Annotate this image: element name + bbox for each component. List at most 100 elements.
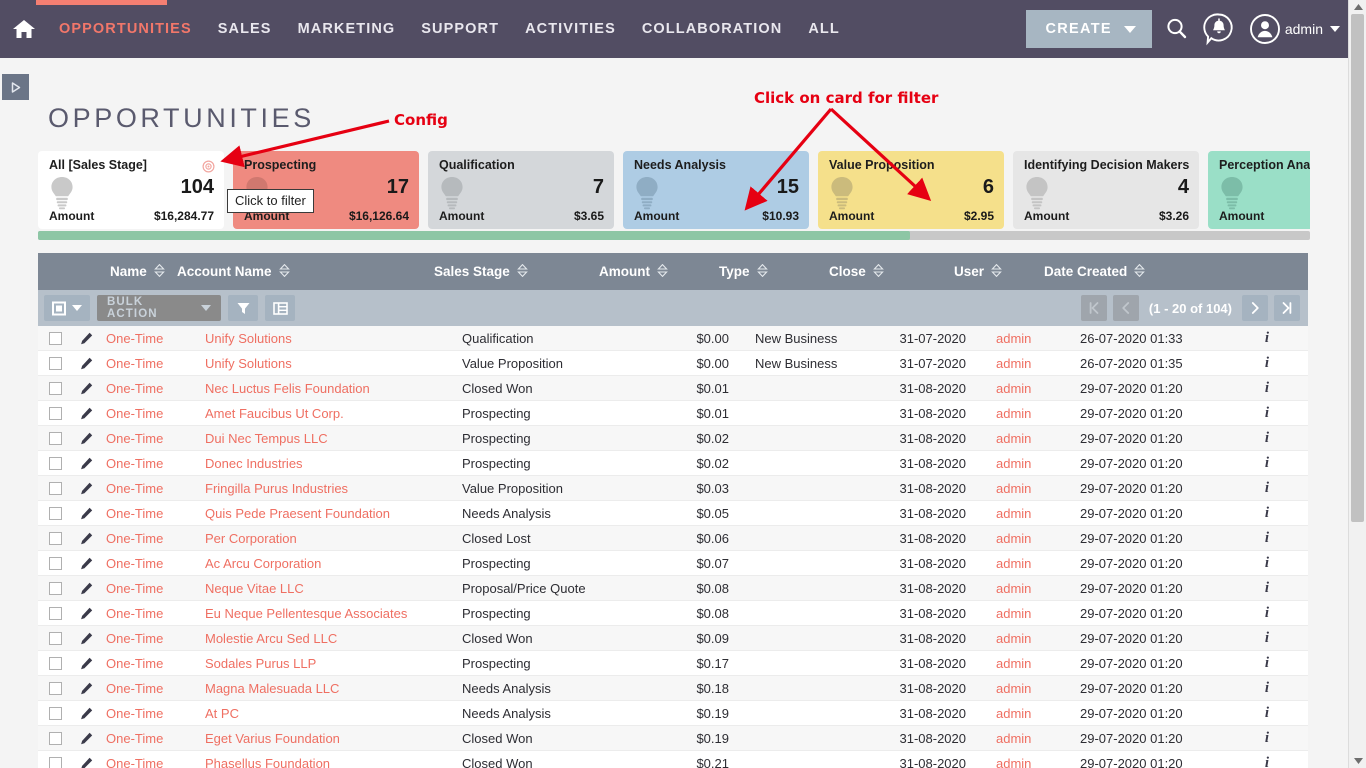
table-row[interactable]: One-Time Sodales Purus LLP Prospecting $0.1…	[38, 651, 1308, 676]
account-name-link[interactable]: Quis Pede Praesent Foundation	[205, 505, 391, 521]
table-row[interactable]: One-Time Nec Luctus Felis Foundation Close…	[38, 376, 1308, 401]
table-row[interactable]: One-Time Eget Varius Foundation Closed Won…	[38, 726, 1308, 751]
info-icon[interactable]: i	[1237, 605, 1297, 622]
user-link[interactable]: admin	[996, 680, 1032, 696]
info-icon[interactable]: i	[1237, 380, 1297, 397]
table-row[interactable]: One-Time Unify Solutions Value Proposition…	[38, 351, 1308, 376]
table-row[interactable]: One-Time Unify Solutions Qualification $0.0…	[38, 326, 1308, 351]
sales-stage-card[interactable]: Identifying Decision Makers 4 Amount $3.26	[1013, 151, 1199, 229]
row-select-checkbox[interactable]	[48, 706, 62, 720]
funnel-filter-icon[interactable]	[228, 295, 258, 321]
pencil-edit-icon[interactable]	[72, 507, 100, 520]
info-icon[interactable]: i	[1237, 730, 1297, 747]
table-row[interactable]: One-Time Amet Faucibus Ut Corp. Prospectin…	[38, 401, 1308, 426]
row-select-checkbox[interactable]	[48, 581, 62, 595]
search-icon[interactable]	[1164, 16, 1190, 42]
sort-toggle-icon[interactable]	[991, 263, 1002, 280]
opportunity-name-link[interactable]: One-Time	[106, 506, 163, 521]
info-icon[interactable]: i	[1237, 755, 1297, 768]
pencil-edit-icon[interactable]	[72, 357, 100, 370]
user-link[interactable]: admin	[996, 655, 1032, 671]
sales-stage-card[interactable]: All [Sales Stage] 104 Amount $16,284.77	[38, 151, 224, 229]
table-row[interactable]: One-Time Neque Vitae LLC Proposal/Price Qu…	[38, 576, 1308, 601]
bulk-action-button[interactable]: BULK ACTION	[97, 295, 221, 321]
row-select-checkbox[interactable]	[48, 331, 62, 345]
opportunity-name-link[interactable]: One-Time	[106, 656, 163, 671]
row-select-checkbox[interactable]	[48, 481, 62, 495]
opportunity-name-link[interactable]: One-Time	[106, 431, 163, 446]
pencil-edit-icon[interactable]	[72, 682, 100, 695]
row-select-checkbox[interactable]	[48, 506, 62, 520]
account-name-link[interactable]: Phasellus Foundation	[205, 755, 331, 768]
previous-page-icon[interactable]	[1112, 295, 1139, 321]
user-link[interactable]: admin	[996, 755, 1032, 768]
row-select-checkbox[interactable]	[48, 531, 62, 545]
user-link[interactable]: admin	[996, 605, 1032, 621]
nav-item-opportunities[interactable]: OPPORTUNITIES	[46, 21, 205, 37]
cards-horizontal-scrollbar[interactable]	[38, 231, 1310, 240]
column-header-user[interactable]: User	[954, 263, 1044, 280]
info-icon[interactable]: i	[1237, 455, 1297, 472]
last-page-icon[interactable]	[1274, 295, 1300, 321]
sales-stage-card[interactable]: Perception Analysis Amount	[1208, 151, 1310, 229]
opportunity-name-link[interactable]: One-Time	[106, 556, 163, 571]
user-link[interactable]: admin	[996, 380, 1032, 396]
row-select-checkbox[interactable]	[48, 756, 62, 768]
table-row[interactable]: One-Time At PC Needs Analysis $0.19 31-08-20…	[38, 701, 1308, 726]
pencil-edit-icon[interactable]	[72, 607, 100, 620]
info-icon[interactable]: i	[1237, 430, 1297, 447]
user-link[interactable]: admin	[996, 730, 1032, 746]
user-link[interactable]: admin	[996, 705, 1032, 721]
column-header-sales-stage[interactable]: Sales Stage	[434, 263, 599, 280]
table-row[interactable]: One-Time Per Corporation Closed Lost $0.06 3…	[38, 526, 1308, 551]
account-name-link[interactable]: Fringilla Purus Industries	[205, 480, 349, 496]
pencil-edit-icon[interactable]	[72, 732, 100, 745]
table-row[interactable]: One-Time Magna Malesuada LLC Needs Analysi…	[38, 676, 1308, 701]
user-link[interactable]: admin	[996, 630, 1032, 646]
info-icon[interactable]: i	[1237, 655, 1297, 672]
sort-toggle-icon[interactable]	[756, 263, 768, 280]
info-icon[interactable]: i	[1237, 555, 1297, 572]
nav-item-support[interactable]: SUPPORT	[408, 21, 512, 37]
first-page-icon[interactable]	[1080, 295, 1107, 321]
sort-toggle-icon[interactable]	[872, 263, 884, 280]
pencil-edit-icon[interactable]	[72, 457, 100, 470]
sidebar-expand-toggle[interactable]	[2, 74, 29, 100]
config-gear-icon[interactable]	[202, 160, 215, 173]
opportunity-name-link[interactable]: One-Time	[106, 756, 163, 768]
opportunity-name-link[interactable]: One-Time	[106, 381, 163, 396]
home-icon[interactable]	[12, 18, 36, 40]
opportunity-name-link[interactable]: One-Time	[106, 356, 163, 371]
account-name-link[interactable]: Unify Solutions	[205, 355, 292, 371]
row-select-checkbox[interactable]	[48, 606, 62, 620]
account-name-link[interactable]: At PC	[205, 705, 239, 721]
sales-stage-card[interactable]: Qualification 7 Amount $3.65	[428, 151, 614, 229]
browser-scrollbar-thumb[interactable]	[1351, 14, 1364, 522]
table-row[interactable]: One-Time Ac Arcu Corporation Prospecting $0…	[38, 551, 1308, 576]
row-select-checkbox[interactable]	[48, 681, 62, 695]
row-select-checkbox[interactable]	[48, 631, 62, 645]
account-name-link[interactable]: Nec Luctus Felis Foundation	[205, 380, 370, 396]
opportunity-name-link[interactable]: One-Time	[106, 581, 163, 596]
user-link[interactable]: admin	[996, 330, 1032, 346]
row-select-checkbox[interactable]	[48, 381, 62, 395]
sales-stage-card[interactable]: Needs Analysis 15 Amount $10.93	[623, 151, 809, 229]
account-name-link[interactable]: Donec Industries	[205, 455, 303, 471]
row-select-checkbox[interactable]	[48, 406, 62, 420]
account-name-link[interactable]: Amet Faucibus Ut Corp.	[205, 405, 344, 421]
scroll-down-arrow-icon[interactable]	[1349, 754, 1366, 768]
info-icon[interactable]: i	[1237, 705, 1297, 722]
select-all-checkbox-icon[interactable]	[44, 295, 90, 321]
column-header-type[interactable]: Type	[719, 263, 829, 280]
column-header-account-name[interactable]: Account Name	[177, 263, 434, 280]
account-name-link[interactable]: Per Corporation	[205, 530, 297, 546]
row-select-checkbox[interactable]	[48, 456, 62, 470]
browser-vertical-scrollbar[interactable]	[1348, 0, 1366, 768]
nav-item-all[interactable]: ALL	[795, 21, 853, 37]
info-icon[interactable]: i	[1237, 630, 1297, 647]
opportunity-name-link[interactable]: One-Time	[106, 606, 163, 621]
user-menu[interactable]: admin	[1248, 12, 1340, 46]
pencil-edit-icon[interactable]	[72, 532, 100, 545]
opportunity-name-link[interactable]: One-Time	[106, 531, 163, 546]
sales-stage-card[interactable]: Value Proposition 6 Amount $2.95	[818, 151, 1004, 229]
